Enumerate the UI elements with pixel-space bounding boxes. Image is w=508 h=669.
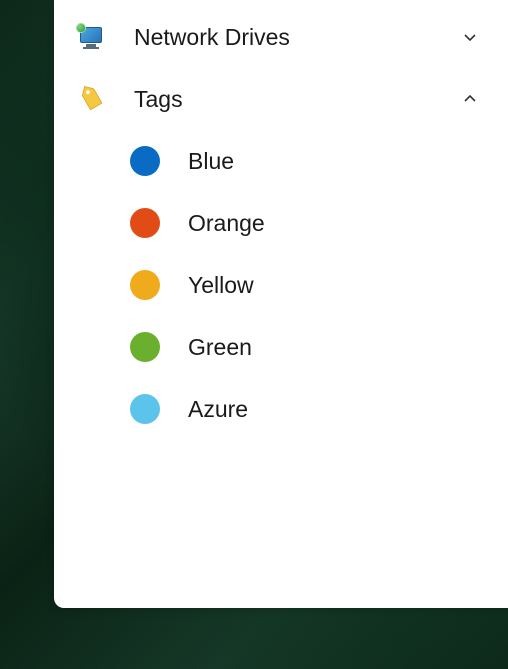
tag-color-dot: [130, 270, 160, 300]
tag-color-dot: [130, 332, 160, 362]
tag-label: Blue: [188, 148, 234, 175]
sidebar-item-label: Network Drives: [134, 24, 462, 51]
network-drives-icon: [76, 22, 106, 52]
tag-label: Green: [188, 334, 252, 361]
chevron-down-icon: [462, 29, 478, 45]
tag-item[interactable]: Blue: [54, 130, 508, 192]
tag-label: Azure: [188, 396, 248, 423]
tag-color-dot: [130, 208, 160, 238]
chevron-up-icon: [462, 91, 478, 107]
tag-color-dot: [130, 146, 160, 176]
tags-list: Blue Orange Yellow Green Azure: [54, 130, 508, 440]
tag-color-dot: [130, 394, 160, 424]
tag-icon: [76, 84, 106, 114]
sidebar-item-tags[interactable]: Tags: [54, 68, 508, 130]
sidebar-item-label: Tags: [134, 86, 462, 113]
tag-item[interactable]: Orange: [54, 192, 508, 254]
tag-label: Orange: [188, 210, 265, 237]
tag-item[interactable]: Green: [54, 316, 508, 378]
tag-label: Yellow: [188, 272, 254, 299]
tag-item[interactable]: Yellow: [54, 254, 508, 316]
tag-item[interactable]: Azure: [54, 378, 508, 440]
sidebar-item-network-drives[interactable]: Network Drives: [54, 6, 508, 68]
sidebar-panel: Network Drives Tags Blue Orange Yellow Gree…: [54, 0, 508, 608]
